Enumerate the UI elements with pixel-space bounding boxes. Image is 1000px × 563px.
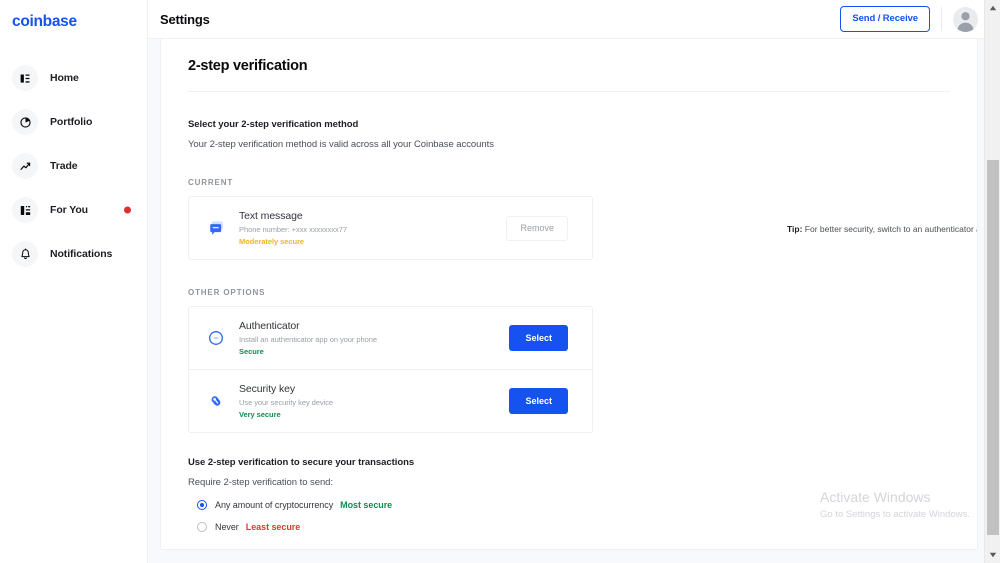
for-you-notification-dot: [124, 207, 131, 214]
sidebar-item-label: For You: [50, 204, 88, 216]
verification-section: Select your 2-step verification method Y…: [161, 119, 977, 550]
sidebar-item-label: Portfolio: [50, 116, 92, 128]
select-authenticator-button[interactable]: Select: [509, 325, 568, 352]
method-security-level: Moderately secure: [239, 237, 506, 246]
radio-option-any-amount[interactable]: Any amount of cryptocurrency Most secure: [197, 500, 950, 510]
other-options-group-label: OTHER OPTIONS: [188, 288, 950, 297]
settings-card: 2-step verification Select your 2-step v…: [160, 39, 978, 550]
method-description: Install an authenticator app on your pho…: [239, 335, 509, 344]
sidebar-nav: Home Portfolio Trade: [0, 60, 147, 272]
topbar-divider: [941, 7, 942, 31]
sidebar-item-portfolio[interactable]: Portfolio: [0, 104, 147, 140]
user-avatar-icon: [953, 7, 978, 32]
card-title-divider: [188, 91, 950, 92]
radio-label: Never: [215, 522, 239, 532]
method-text: Security key Use your security key devic…: [239, 383, 509, 419]
notifications-icon: [12, 241, 38, 267]
method-name: Text message: [239, 210, 506, 222]
method-security-level: Secure: [239, 347, 509, 356]
top-bar: Settings Send / Receive: [148, 0, 1000, 39]
other-options-box: Authenticator Install an authenticator a…: [188, 306, 593, 433]
transactions-subtitle: Require 2-step verification to send:: [188, 477, 950, 488]
sidebar-item-for-you[interactable]: For You: [0, 192, 147, 228]
scrollbar-track[interactable]: [985, 16, 1000, 160]
method-description: Phone number: +xxx xxxxxxxx77: [239, 225, 506, 234]
main-column: Settings Send / Receive 2-step verificat…: [148, 0, 1000, 563]
radio-button[interactable]: [197, 500, 207, 510]
tip-body: For better security, switch to an authen…: [802, 224, 978, 234]
method-security-level: Very secure: [239, 410, 509, 419]
for-you-icon: [12, 197, 38, 223]
tip-label: Tip:: [787, 224, 802, 234]
app-root: coinbase Home: [0, 0, 1000, 563]
scrollbar-thumb[interactable]: [987, 160, 999, 535]
method-description: Use your security key device: [239, 398, 509, 407]
page-title: Settings: [160, 12, 210, 27]
method-name: Security key: [239, 383, 509, 395]
method-text: Text message Phone number: +xxx xxxxxxxx…: [239, 210, 506, 246]
lead-subtitle: Your 2-step verification method is valid…: [188, 139, 950, 150]
text-message-icon: [203, 219, 229, 238]
radio-tag: Most secure: [340, 500, 392, 510]
home-icon: [12, 65, 38, 91]
authenticator-icon: [203, 329, 229, 347]
security-key-icon: [203, 392, 229, 410]
scroll-up-arrow-icon[interactable]: [985, 0, 1000, 16]
content-scroll-area: 2-step verification Select your 2-step v…: [148, 39, 1000, 563]
select-security-key-button[interactable]: Select: [509, 388, 568, 415]
current-method-box: Text message Phone number: +xxx xxxxxxxx…: [188, 196, 593, 260]
avatar[interactable]: [953, 7, 978, 32]
sidebar-item-trade[interactable]: Trade: [0, 148, 147, 184]
sidebar-item-label: Trade: [50, 160, 78, 172]
sidebar-item-label: Home: [50, 72, 79, 84]
current-group-label: CURRENT: [188, 178, 950, 187]
send-receive-button[interactable]: Send / Receive: [840, 6, 930, 32]
trade-icon: [12, 153, 38, 179]
list-item: Text message Phone number: +xxx xxxxxxxx…: [189, 197, 592, 259]
method-text: Authenticator Install an authenticator a…: [239, 320, 509, 356]
radio-option-never[interactable]: Never Least secure: [197, 522, 950, 532]
sidebar-item-notifications[interactable]: Notifications: [0, 236, 147, 272]
radio-label: Any amount of cryptocurrency: [215, 500, 333, 510]
portfolio-icon: [12, 109, 38, 135]
list-item: Authenticator Install an authenticator a…: [189, 307, 592, 369]
coinbase-logo[interactable]: coinbase: [0, 0, 147, 31]
scroll-down-arrow-icon[interactable]: [985, 547, 1000, 563]
method-name: Authenticator: [239, 320, 509, 332]
list-item: Security key Use your security key devic…: [189, 369, 592, 432]
radio-tag: Least secure: [246, 522, 300, 532]
card-title: 2-step verification: [161, 39, 977, 74]
transactions-title: Use 2-step verification to secure your t…: [188, 457, 950, 468]
top-bar-actions: Send / Receive: [840, 6, 978, 32]
tip-text: Tip: For better security, switch to an a…: [787, 223, 978, 236]
scrollbar[interactable]: [984, 0, 1000, 563]
remove-button[interactable]: Remove: [506, 216, 568, 241]
sidebar-item-home[interactable]: Home: [0, 60, 147, 96]
sidebar-item-label: Notifications: [50, 248, 112, 260]
radio-button[interactable]: [197, 522, 207, 532]
lead-title: Select your 2-step verification method: [188, 119, 950, 130]
sidebar: coinbase Home: [0, 0, 148, 563]
